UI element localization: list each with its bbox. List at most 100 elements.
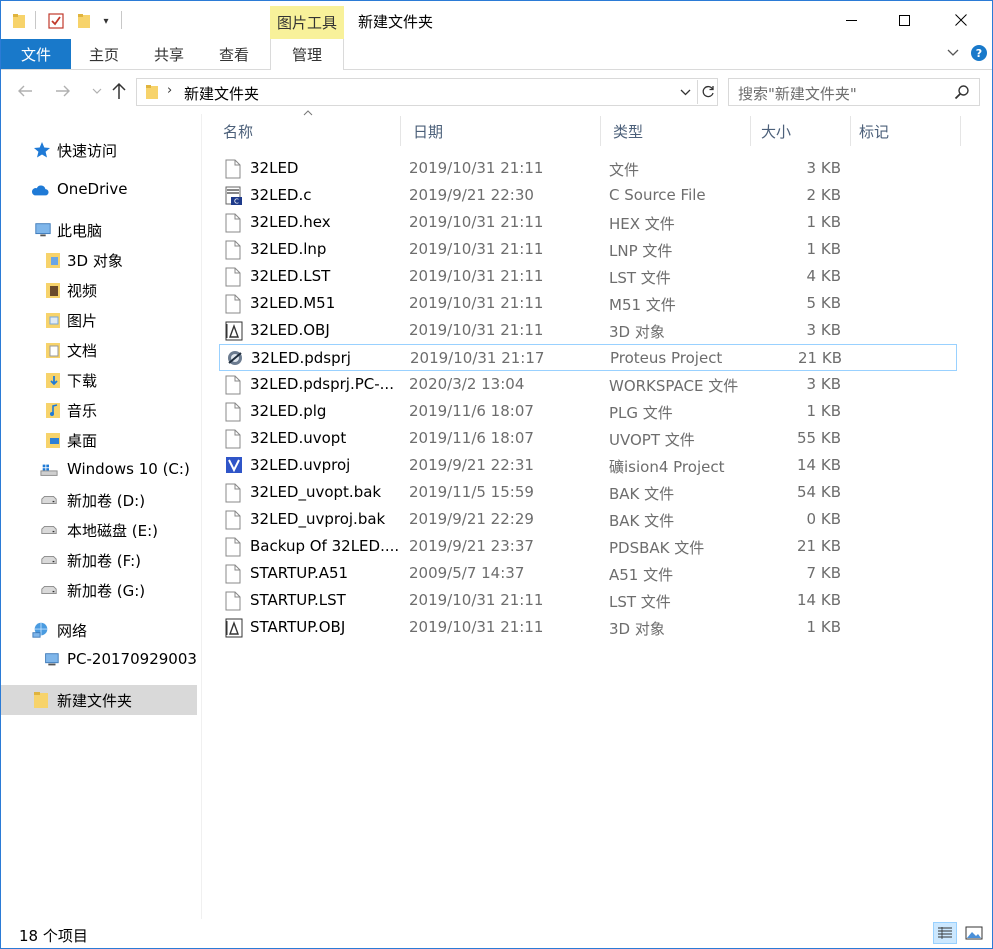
minimize-button[interactable] xyxy=(828,1,874,39)
column-header-type[interactable]: 类型 xyxy=(601,114,751,148)
tab-manage[interactable]: 管理 xyxy=(270,39,344,70)
sidebar-item-documents[interactable]: 文档 xyxy=(1,335,197,365)
file-icon xyxy=(225,510,243,530)
sidebar-item-drive-c[interactable]: Windows 10 (C:) xyxy=(1,455,197,485)
videos-folder-icon xyxy=(44,281,62,299)
forward-arrow-icon[interactable] xyxy=(53,81,73,101)
file-row[interactable]: 32LED.pdsprj 2019/10/31 21:17 Proteus Proj… xyxy=(219,344,957,371)
sidebar-item-drive-f[interactable]: 新加卷 (F:) xyxy=(1,545,197,575)
tab-home[interactable]: 主页 xyxy=(73,39,135,69)
onedrive-cloud-icon xyxy=(31,181,49,199)
file-icon xyxy=(225,375,243,395)
up-arrow-icon[interactable] xyxy=(109,81,129,101)
file-type: A51 文件 xyxy=(609,566,674,584)
column-header-name-label: 名称 xyxy=(223,122,254,141)
file-name: 32LED.hex xyxy=(250,213,331,231)
sidebar-item-desktop[interactable]: 桌面 xyxy=(1,425,197,455)
sidebar-item-network[interactable]: 网络 xyxy=(1,615,197,645)
file-size: 3 KB xyxy=(806,159,841,177)
file-row[interactable]: STARTUP.OBJ 2019/10/31 21:11 3D 对象 1 KB xyxy=(219,614,957,641)
file-date: 2019/9/21 22:29 xyxy=(409,510,534,528)
column-divider[interactable] xyxy=(960,116,961,146)
file-row[interactable]: 32LED.LST 2019/10/31 21:11 LST 文件 4 KB xyxy=(219,263,957,290)
file-name: 32LED.LST xyxy=(250,267,331,285)
file-row[interactable]: 32LED.OBJ 2019/10/31 21:11 3D 对象 3 KB xyxy=(219,317,957,344)
tab-view[interactable]: 查看 xyxy=(203,39,265,69)
column-header-date[interactable]: 日期 xyxy=(401,114,601,148)
file-name: 32LED.c xyxy=(250,186,312,204)
customize-toolbar-dropdown-icon[interactable]: ▾ xyxy=(100,11,112,31)
sidebar-item-current-folder[interactable]: 新建文件夹 xyxy=(1,685,197,715)
network-icon xyxy=(32,621,50,639)
column-header-name[interactable]: 名称 xyxy=(211,110,401,148)
recent-locations-dropdown-icon[interactable] xyxy=(87,81,107,101)
help-icon[interactable]: ? xyxy=(971,45,987,61)
search-field[interactable]: 搜索"新建文件夹" xyxy=(728,78,980,106)
sidebar-item-network-computer[interactable]: PC-201709290031 xyxy=(1,645,197,675)
sidebar-item-3d-objects[interactable]: 3D 对象 xyxy=(1,245,197,275)
file-icon xyxy=(225,159,243,179)
folder-icon[interactable] xyxy=(11,11,27,31)
column-header-size[interactable]: 大小 xyxy=(749,114,849,148)
file-row[interactable]: STARTUP.LST 2019/10/31 21:11 LST 文件 14 KB xyxy=(219,587,957,614)
file-row[interactable]: Backup Of 32LED.... 2019/9/21 23:37 PDSBAK… xyxy=(219,533,957,560)
file-row[interactable]: STARTUP.A51 2009/5/7 14:37 A51 文件 7 KB xyxy=(219,560,957,587)
file-date: 2019/10/31 21:11 xyxy=(409,267,544,285)
refresh-icon[interactable] xyxy=(697,80,717,104)
file-row[interactable]: 32LED_uvproj.bak 2019/9/21 22:29 BAK 文件 0 K… xyxy=(219,506,957,533)
sidebar-item-drive-d[interactable]: 新加卷 (D:) xyxy=(1,485,197,515)
file-size: 3 KB xyxy=(806,321,841,339)
file-date: 2019/10/31 21:11 xyxy=(409,591,544,609)
new-folder-icon[interactable] xyxy=(76,11,92,31)
file-type: LST 文件 xyxy=(609,269,671,287)
sidebar-item-quick-access[interactable]: 快速访问 xyxy=(1,135,197,165)
sidebar-item-label: 新加卷 (F:) xyxy=(67,552,141,570)
tab-file[interactable]: 文件 xyxy=(1,39,71,69)
file-row[interactable]: C 32LED.c 2019/9/21 22:30 C Source File 2 KB xyxy=(219,182,957,209)
quick-access-star-icon xyxy=(33,141,51,159)
file-row[interactable]: 32LED.lnp 2019/10/31 21:11 LNP 文件 1 KB xyxy=(219,236,957,263)
sidebar-item-videos[interactable]: 视频 xyxy=(1,275,197,305)
sidebar-item-downloads[interactable]: 下载 xyxy=(1,365,197,395)
breadcrumb-chevron-icon[interactable]: › xyxy=(167,83,172,98)
pane-divider xyxy=(201,114,202,919)
sidebar-item-drive-e[interactable]: 本地磁盘 (E:) xyxy=(1,515,197,545)
file-type: M51 文件 xyxy=(609,296,676,314)
file-row[interactable]: 32LED.uvopt 2019/11/6 18:07 UVOPT 文件 55 KB xyxy=(219,425,957,452)
file-row[interactable]: 32LED.pdsprj.PC-... 2020/3/2 13:04 WORKSPA… xyxy=(219,371,957,398)
computer-icon xyxy=(42,651,60,669)
3d-object-icon xyxy=(225,321,243,341)
close-button[interactable] xyxy=(938,1,984,39)
back-arrow-icon[interactable] xyxy=(15,81,35,101)
file-row[interactable]: 32LED.plg 2019/11/6 18:07 PLG 文件 1 KB xyxy=(219,398,957,425)
sidebar-item-this-pc[interactable]: 此电脑 xyxy=(1,215,197,245)
picture-tools-context-tab: 图片工具 xyxy=(270,6,344,39)
address-bar[interactable]: › 新建文件夹 xyxy=(136,78,718,106)
file-row[interactable]: 32LED_uvopt.bak 2019/11/5 15:59 BAK 文件 54 K… xyxy=(219,479,957,506)
sidebar-item-label: 下载 xyxy=(67,372,98,390)
search-placeholder: 搜索"新建文件夹" xyxy=(738,85,857,103)
details-view-icon[interactable] xyxy=(933,922,957,944)
sidebar-item-pictures[interactable]: 图片 xyxy=(1,305,197,335)
file-row[interactable]: 32LED.hex 2019/10/31 21:11 HEX 文件 1 KB xyxy=(219,209,957,236)
file-row[interactable]: 32LED 2019/10/31 21:11 文件 3 KB xyxy=(219,155,957,182)
breadcrumb-current-folder[interactable]: 新建文件夹 xyxy=(184,83,259,104)
file-row[interactable]: 32LED.uvproj 2019/9/21 22:31 礦ision4 Proje… xyxy=(219,452,957,479)
tab-share[interactable]: 共享 xyxy=(137,39,201,69)
file-date: 2020/3/2 13:04 xyxy=(409,375,525,393)
folder-icon xyxy=(145,84,161,100)
sidebar-item-drive-g[interactable]: 新加卷 (G:) xyxy=(1,575,197,605)
column-header-tags[interactable]: 标记 xyxy=(847,114,957,148)
file-row[interactable]: 32LED.M51 2019/10/31 21:11 M51 文件 5 KB xyxy=(219,290,957,317)
address-dropdown-icon[interactable] xyxy=(677,83,693,101)
svg-text:C: C xyxy=(234,198,239,206)
large-icons-view-icon[interactable] xyxy=(962,922,986,944)
search-icon[interactable] xyxy=(954,84,970,100)
sidebar-item-music[interactable]: 音乐 xyxy=(1,395,197,425)
expand-ribbon-chevron-icon[interactable] xyxy=(945,45,961,61)
sidebar-item-label: Windows 10 (C:) xyxy=(67,460,190,478)
sidebar-item-label: OneDrive xyxy=(57,180,128,198)
sidebar-item-onedrive[interactable]: OneDrive xyxy=(1,175,197,205)
maximize-button[interactable] xyxy=(881,1,927,39)
properties-check-icon[interactable] xyxy=(47,11,65,31)
